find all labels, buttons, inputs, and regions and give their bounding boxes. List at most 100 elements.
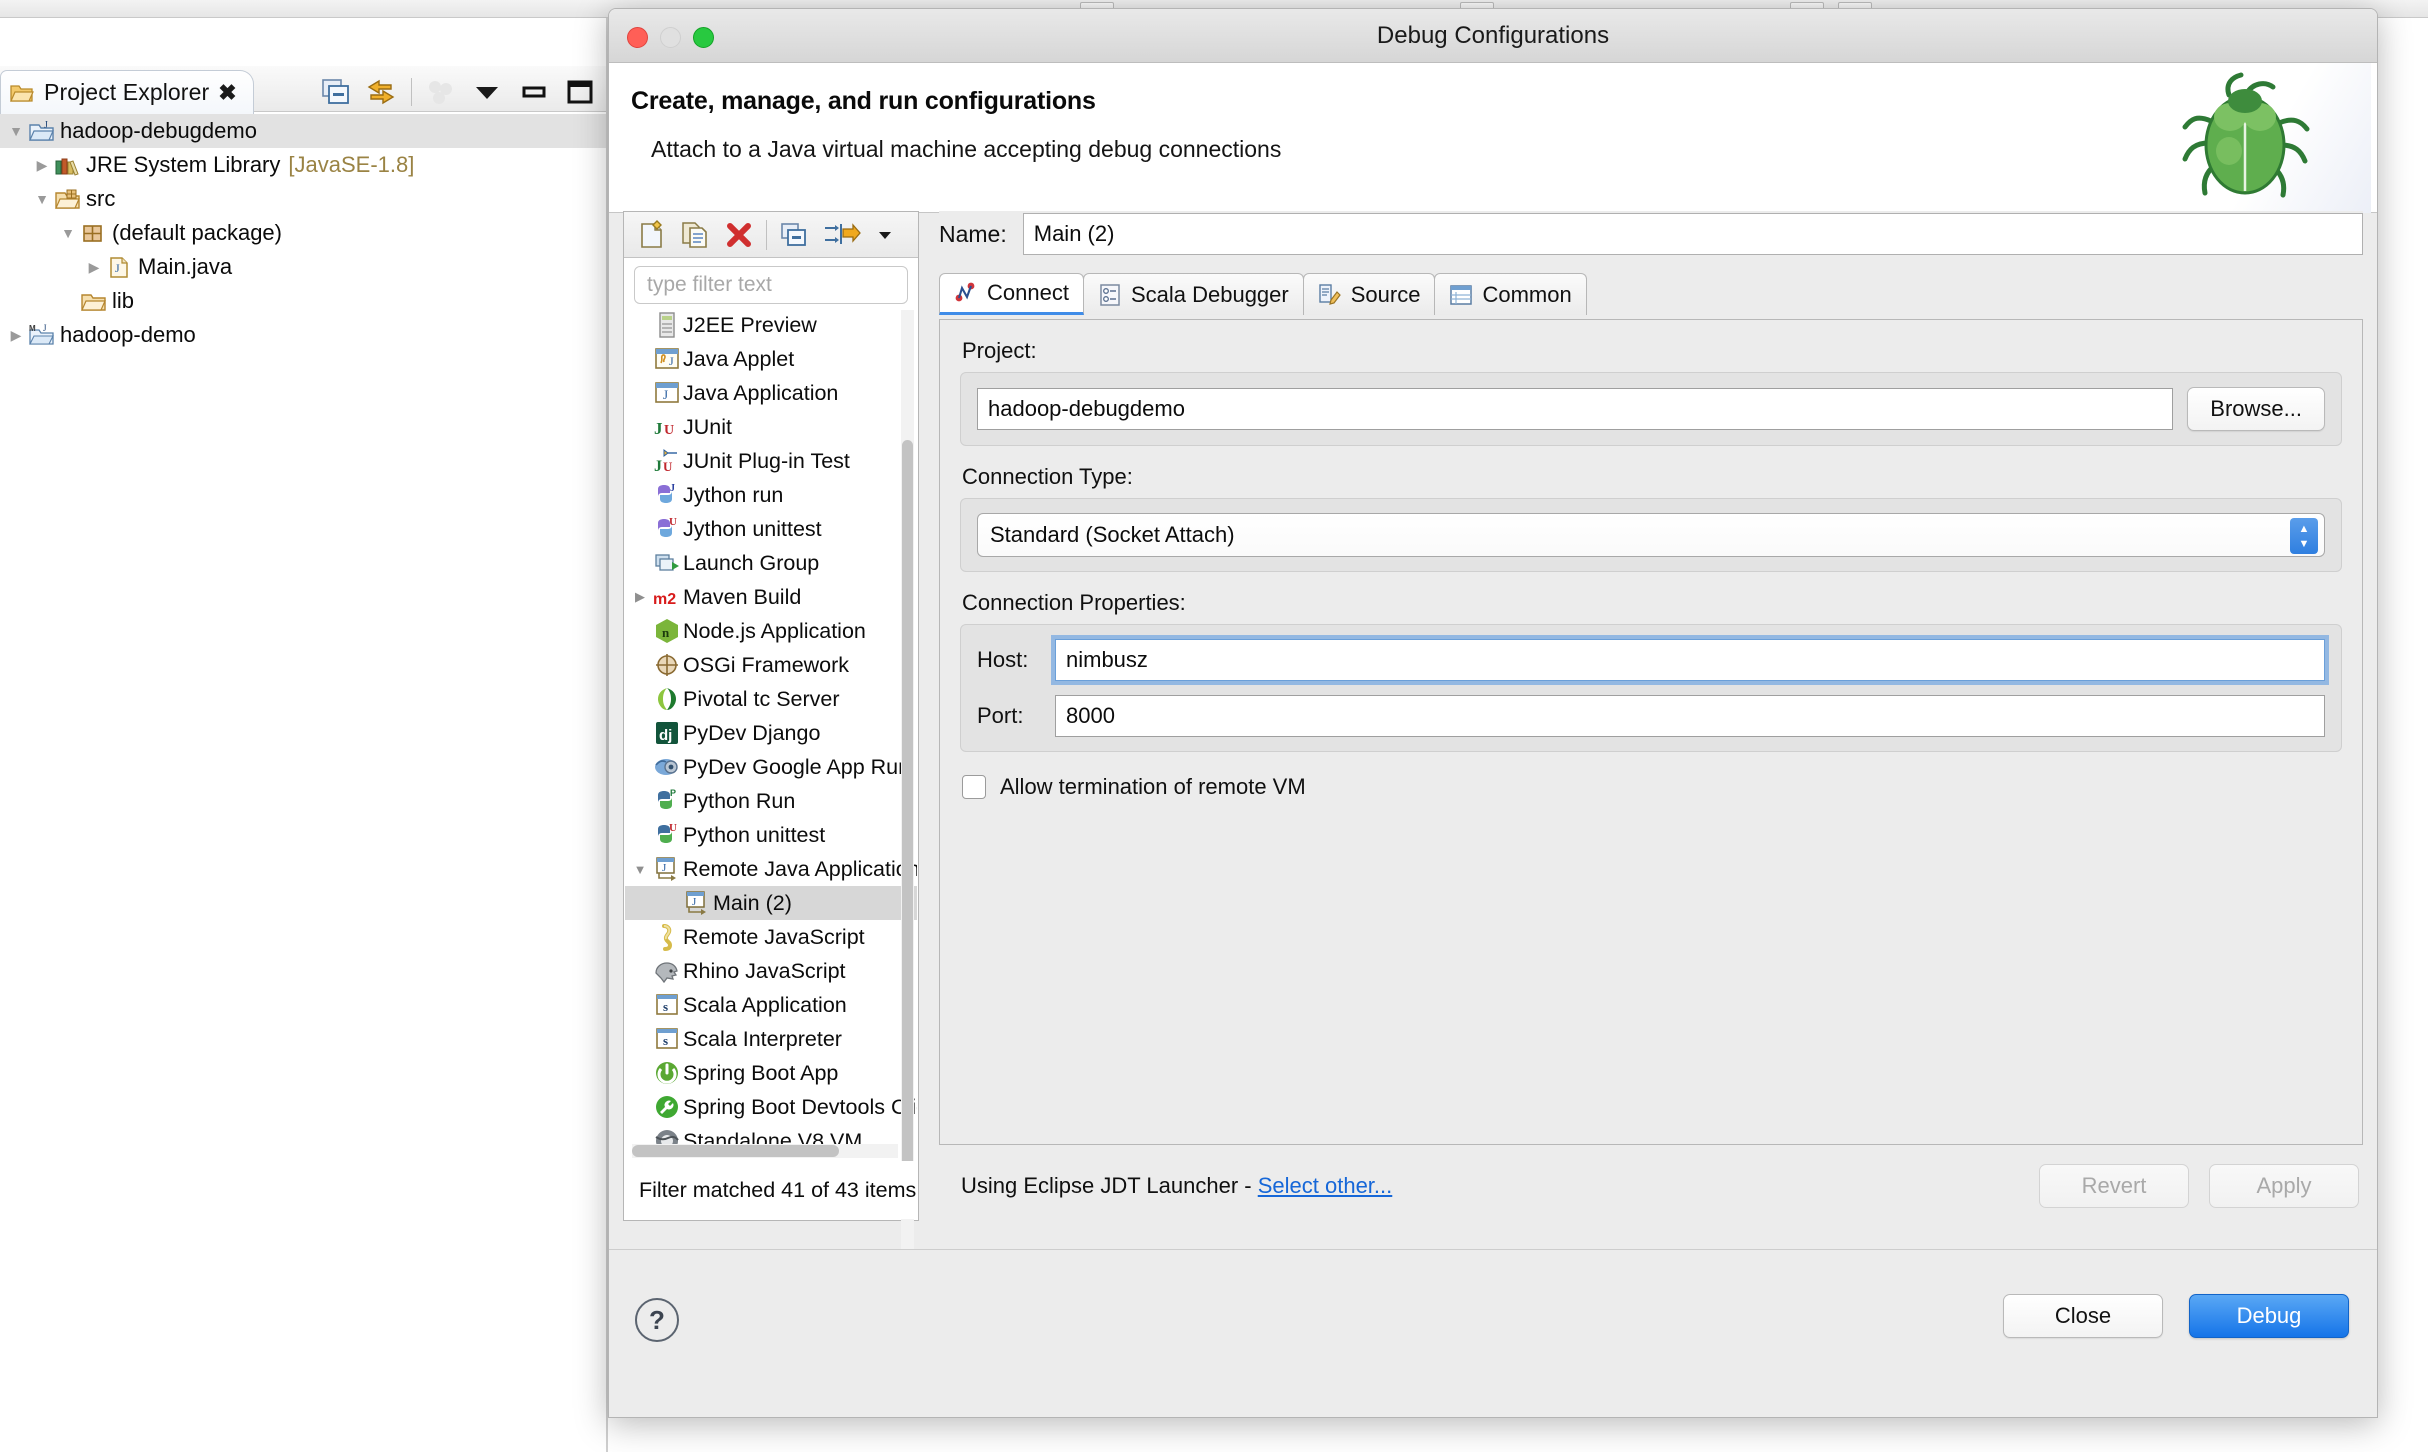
launch-configuration-item[interactable]: J U JUnit [625,410,917,444]
common-icon [1449,283,1473,307]
allow-termination-row[interactable]: Allow termination of remote VM [940,752,2362,800]
launch-configuration-item[interactable]: J Java Applet [625,342,917,376]
select-other-launcher-link[interactable]: Select other... [1258,1173,1393,1198]
filter-status-text: Filter matched 41 of 43 items [625,1161,917,1219]
chevron-right-icon[interactable] [32,157,52,174]
tree-item[interactable]: lib [0,284,608,318]
launch-configuration-item[interactable]: J2EE Preview [625,308,917,342]
launcher-row: Using Eclipse JDT Launcher - Select othe… [939,1151,2363,1221]
scrollbar-thumb[interactable] [632,1145,840,1157]
chevron-updown-icon[interactable]: ▲ ▼ [2290,518,2318,554]
launch-configuration-list[interactable]: J2EE Preview J Java Applet J Java Applicatio… [625,308,917,1156]
launch-configuration-item[interactable]: J U JUnit Plug-in Test [625,444,917,478]
launch-configuration-label: Python Run [683,788,796,813]
link-with-editor-icon[interactable] [365,78,397,106]
launch-configuration-item[interactable]: Remote JavaScript [625,920,917,954]
tab-project-explorer[interactable]: Project Explorer ✖ [0,70,254,114]
launch-configuration-item[interactable]: Spring Boot Devtools Client [625,1090,917,1124]
project-input[interactable] [977,388,2174,430]
chevron-down-icon[interactable] [58,225,78,241]
apply-button[interactable]: Apply [2209,1164,2359,1208]
tree-item[interactable]: src [0,182,608,216]
tab-common[interactable]: Common [1434,273,1587,315]
launch-configuration-item[interactable]: dj PyDev Django [625,716,917,750]
launch-configuration-item[interactable]: Launch Group [625,546,917,580]
launch-configuration-label: Scala Interpreter [683,1026,842,1051]
dialog-titlebar[interactable]: Debug Configurations [609,9,2377,63]
launch-configuration-item[interactable]: U Python unittest [625,818,917,852]
debug-button[interactable]: Debug [2189,1294,2349,1338]
help-button[interactable]: ? [635,1298,679,1342]
collapse-all-icon[interactable] [777,218,811,252]
tree-item[interactable]: JRE System Library [JavaSE-1.8] [0,148,608,182]
scrollbar-thumb[interactable] [902,440,913,1200]
close-icon[interactable]: ✖ [218,81,236,104]
tree-item[interactable]: J Main.java [0,250,608,284]
chevron-down-icon[interactable] [6,123,26,139]
allow-termination-checkbox[interactable] [962,775,986,799]
revert-button[interactable]: Revert [2039,1164,2189,1208]
spring-boot-devtools-client-icon [651,1093,683,1121]
close-window-button[interactable] [627,27,648,48]
junit-plugin-test-icon: JU [651,447,683,475]
launch-configuration-item[interactable]: J Remote Java Application [625,852,917,886]
host-input[interactable] [1055,639,2325,681]
project-tree[interactable]: Jhadoop-debugdemo JRE System Library [Java… [0,114,608,352]
filter-icon[interactable] [426,78,456,106]
launch-configuration-label: Remote Java Application [683,856,917,881]
tree-item[interactable]: MJhadoop-demo [0,318,608,352]
delete-configuration-icon[interactable] [722,218,756,252]
launch-configuration-item[interactable]: J Main (2) [625,886,917,920]
chevron-down-icon[interactable] [629,862,651,877]
minimize-icon[interactable] [518,79,550,105]
configuration-name-input[interactable] [1022,213,2363,255]
tab-scala-debugger[interactable]: Scala Debugger [1082,273,1304,315]
launch-configuration-item[interactable]: s Scala Interpreter [625,1022,917,1056]
duplicate-configuration-icon[interactable] [678,218,712,252]
launch-configuration-label: OSGi Framework [683,652,850,677]
launch-configuration-item[interactable]: J Jython run [625,478,917,512]
launch-configuration-item[interactable]: s Scala Application [625,988,917,1022]
list-horizontal-scrollbar[interactable] [632,1144,898,1158]
chevron-right-icon[interactable] [6,327,26,344]
launch-configuration-item[interactable]: OSGi Framework [625,648,917,682]
launch-configuration-label: Spring Boot App [683,1060,839,1085]
svg-text:U: U [669,822,677,834]
project-explorer-toolbar [321,78,596,106]
launch-configuration-item[interactable]: n Node.js Application [625,614,917,648]
chevron-right-icon[interactable] [84,259,104,276]
tree-item[interactable]: Jhadoop-debugdemo [0,114,608,148]
collapse-all-icon[interactable] [321,78,351,106]
maven-java-project-icon: MJ [26,323,56,347]
menu-chevron-icon[interactable] [875,218,895,252]
filter-input[interactable] [634,266,908,304]
minimize-window-button[interactable] [660,27,681,48]
zoom-window-button[interactable] [693,27,714,48]
launch-configuration-label: J2EE Preview [683,312,817,337]
launch-configuration-item[interactable]: PyDev Google App Run [625,750,917,784]
debug-configurations-dialog: Debug Configurations Create, manage, and… [608,8,2378,1418]
launch-configuration-item[interactable]: U Jython unittest [625,512,917,546]
port-input[interactable] [1055,695,2325,737]
new-configuration-icon[interactable] [634,218,668,252]
launch-configuration-item[interactable]: m2 Maven Build [625,580,917,614]
launch-configuration-item[interactable]: P Python Run [625,784,917,818]
launch-configuration-item[interactable]: Pivotal tc Server [625,682,917,716]
toolbar-separator [411,78,412,106]
filter-launch-configurations-icon[interactable] [821,218,865,252]
close-button[interactable]: Close [2003,1294,2163,1338]
java-application-icon: J [651,379,683,407]
tab-connect[interactable]: Connect [939,273,1084,315]
tab-source[interactable]: Source [1302,273,1436,315]
connection-type-select[interactable]: Standard (Socket Attach) ▲ ▼ [977,513,2325,557]
chevron-right-icon[interactable] [629,589,651,605]
view-menu-icon[interactable] [470,79,504,105]
launch-configuration-item[interactable]: Rhino JavaScript [625,954,917,988]
tree-item[interactable]: (default package) [0,216,608,250]
maximize-icon[interactable] [564,78,596,106]
browse-button[interactable]: Browse... [2187,387,2325,431]
tree-item-label: hadoop-debugdemo [60,118,257,143]
launch-configuration-item[interactable]: J Java Application [625,376,917,410]
chevron-down-icon[interactable] [32,191,52,207]
launch-configuration-item[interactable]: Spring Boot App [625,1056,917,1090]
